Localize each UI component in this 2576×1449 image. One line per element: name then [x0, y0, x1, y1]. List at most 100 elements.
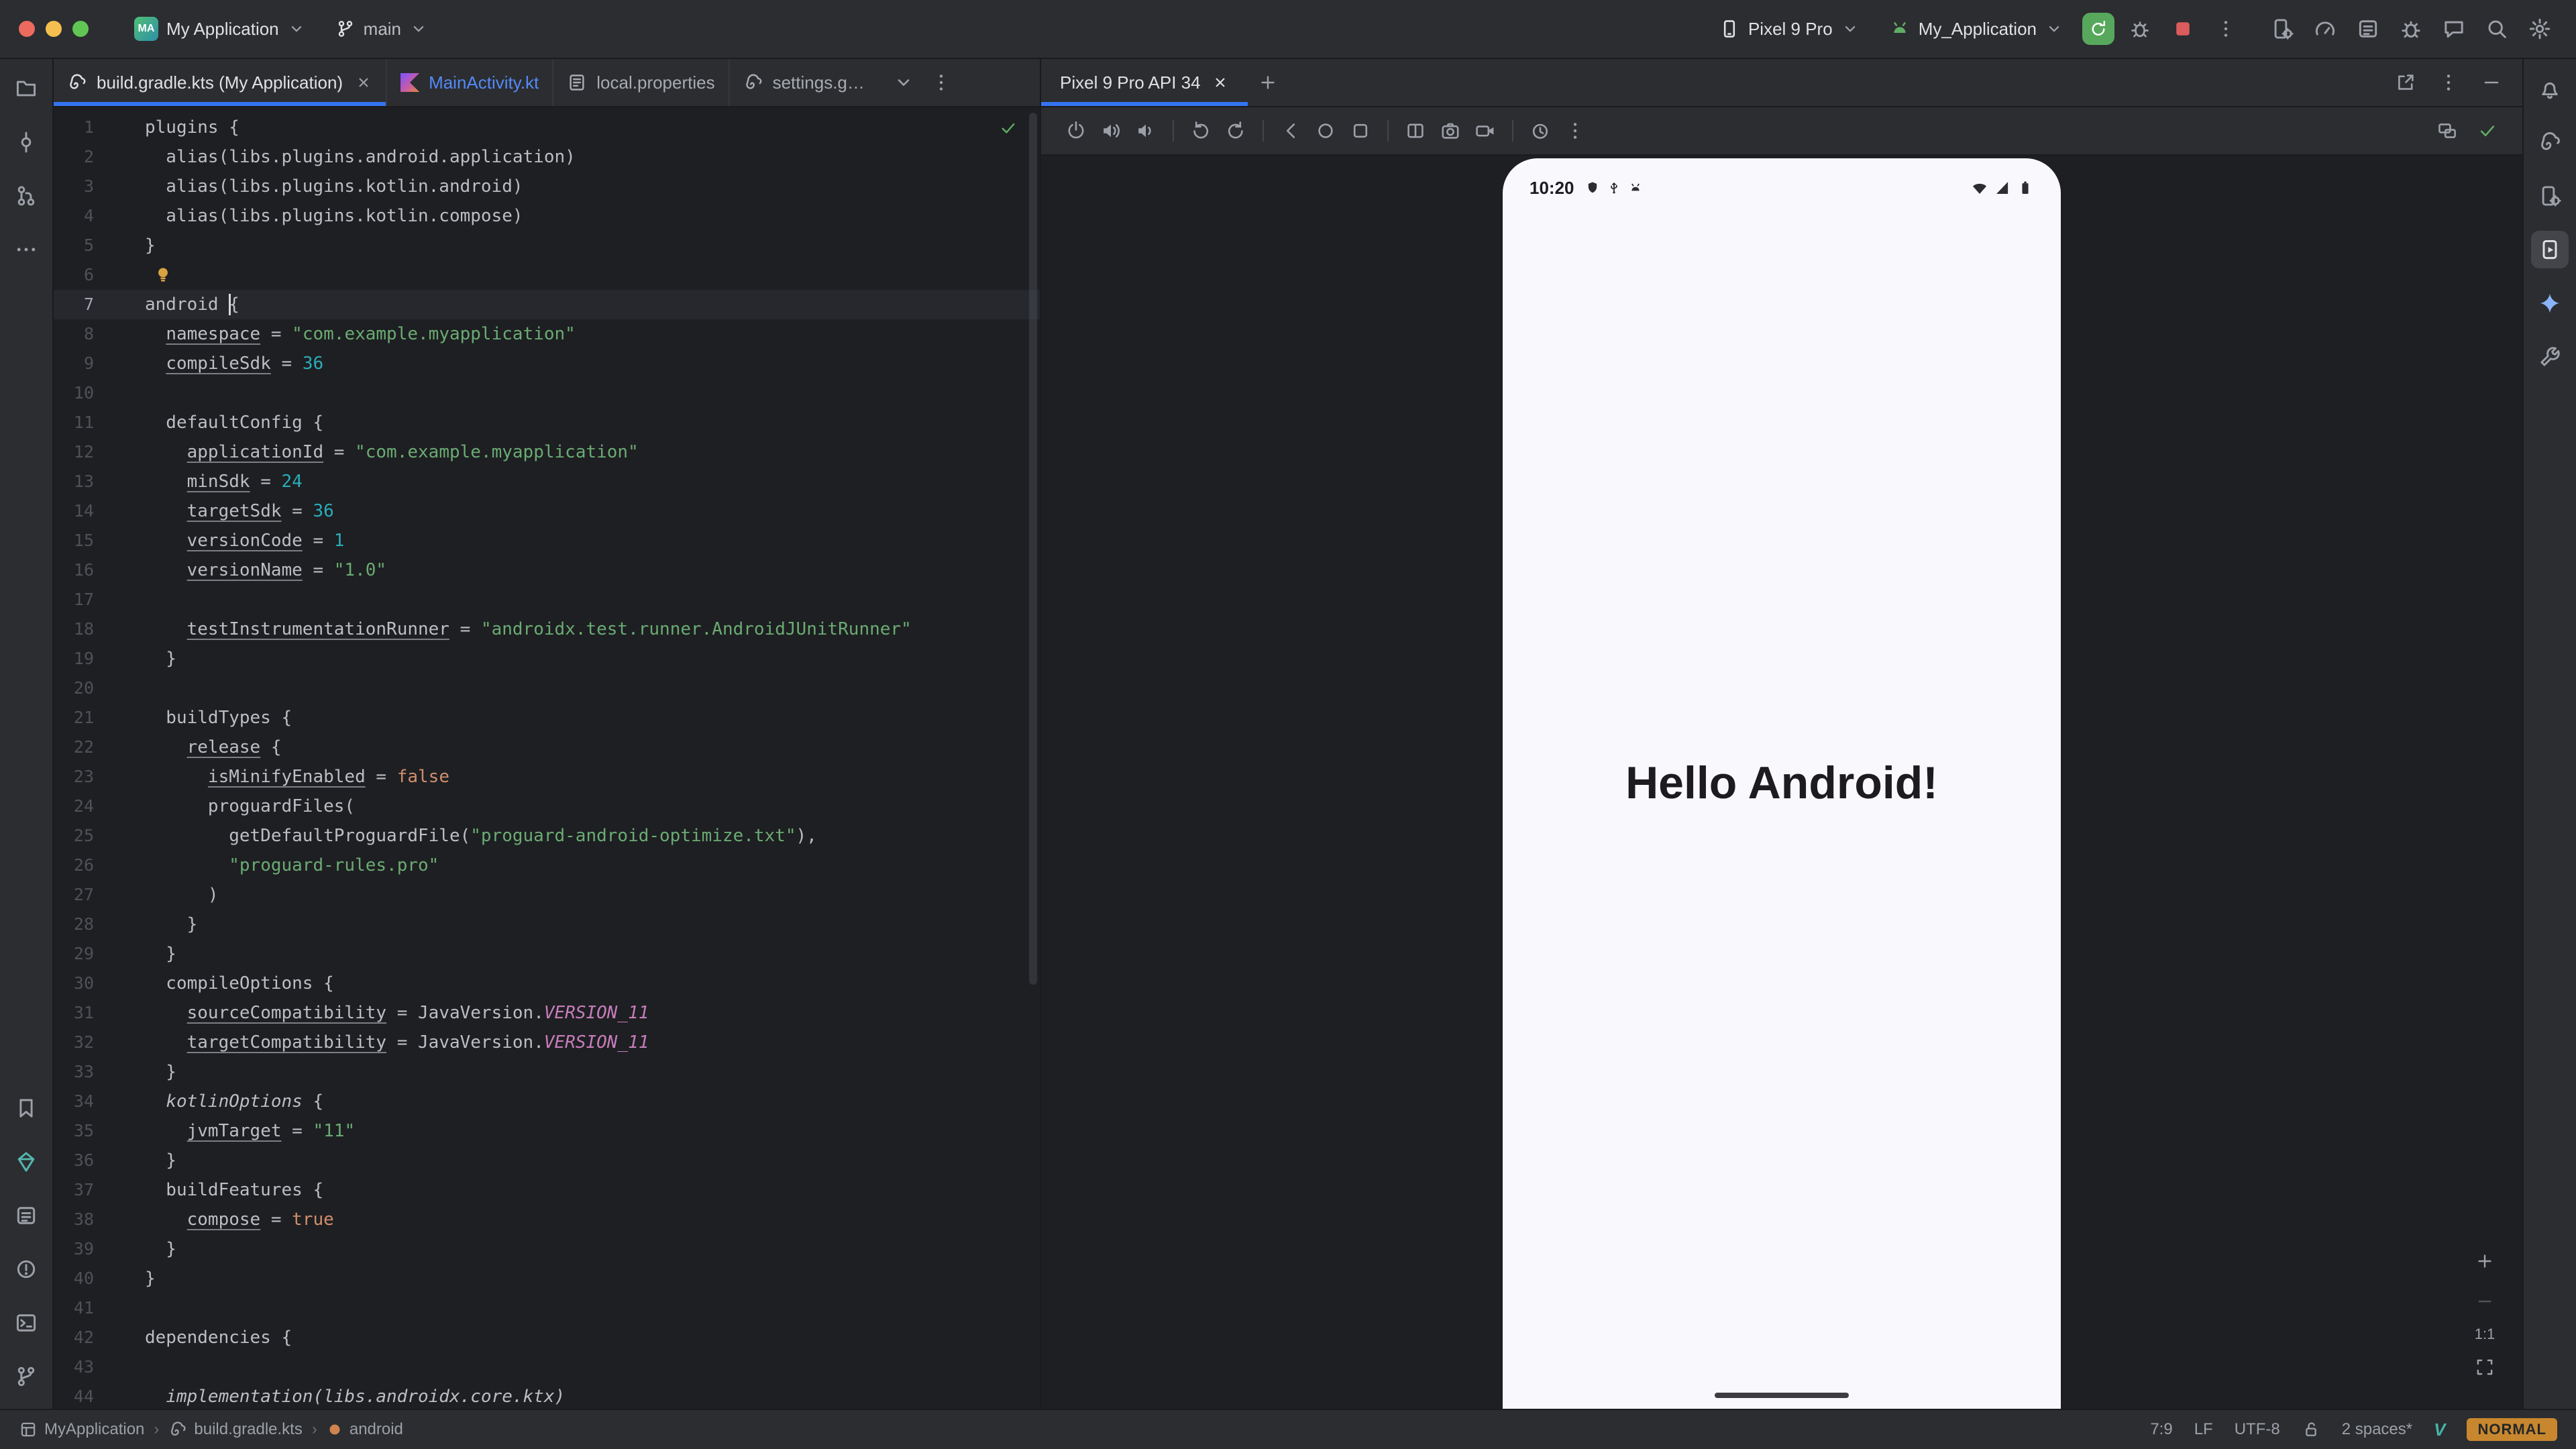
device-manager-button[interactable] — [2531, 177, 2569, 215]
profiler-button[interactable] — [2308, 11, 2343, 46]
branch-widget[interactable]: main — [325, 13, 439, 45]
code-line-25[interactable]: 25 getDefaultProguardFile("proguard-andr… — [54, 821, 1040, 851]
notifications-button[interactable] — [2531, 70, 2569, 107]
code-line-2[interactable]: 2 alias(libs.plugins.android.application… — [54, 142, 1040, 172]
project-widget[interactable]: MA My Application — [123, 11, 317, 46]
device-selector[interactable]: Pixel 9 Pro — [1708, 13, 1870, 45]
code-line-31[interactable]: 31 sourceCompatibility = JavaVersion.VER… — [54, 998, 1040, 1028]
device-manager-button[interactable] — [2265, 11, 2300, 46]
zoom-fit-button[interactable] — [2469, 1351, 2501, 1383]
code-line-15[interactable]: 15 versionCode = 1 — [54, 526, 1040, 555]
code-line-4[interactable]: 4 alias(libs.plugins.kotlin.compose) — [54, 201, 1040, 231]
run-more-button[interactable] — [2208, 11, 2243, 46]
code-line-12[interactable]: 12 applicationId = "com.example.myapplic… — [54, 437, 1040, 467]
gesture-bar[interactable] — [1715, 1393, 1849, 1398]
screen-record-button[interactable] — [1469, 115, 1501, 147]
debug-button[interactable] — [2123, 11, 2157, 46]
code-line-18[interactable]: 18 testInstrumentationRunner = "androidx… — [54, 614, 1040, 644]
code-line-16[interactable]: 16 versionName = "1.0" — [54, 555, 1040, 585]
inspection-check-icon[interactable] — [998, 118, 1018, 138]
code-line-3[interactable]: 3 alias(libs.plugins.kotlin.android) — [54, 172, 1040, 201]
project-folder-button[interactable] — [7, 70, 45, 107]
tab-settings-gradle[interactable]: settings.g… — [729, 59, 878, 106]
code-line-23[interactable]: 23 isMinifyEnabled = false — [54, 762, 1040, 792]
code-line-5[interactable]: 5} — [54, 231, 1040, 260]
breadcrumb-project[interactable]: MyApplication — [19, 1420, 144, 1439]
code-line-13[interactable]: 13 minSdk = 24 — [54, 467, 1040, 496]
code-line-41[interactable]: 41 — [54, 1293, 1040, 1323]
minimize-window-button[interactable] — [46, 21, 62, 37]
tab-mainactivity-kt[interactable]: MainActivity.kt — [386, 59, 552, 106]
code-line-28[interactable]: 28 } — [54, 910, 1040, 939]
app-insights-button[interactable] — [7, 1143, 45, 1181]
gemini-button[interactable] — [2531, 284, 2569, 322]
pull-requests-button[interactable] — [7, 177, 45, 215]
code-line-29[interactable]: 29 } — [54, 939, 1040, 969]
ideavim-icon[interactable]: V — [2434, 1419, 2445, 1440]
code-line-19[interactable]: 19 } — [54, 644, 1040, 674]
close-window-button[interactable] — [19, 21, 35, 37]
code-line-26[interactable]: 26 "proguard-rules.pro" — [54, 851, 1040, 880]
code-line-30[interactable]: 30 compileOptions { — [54, 969, 1040, 998]
stop-button[interactable] — [2165, 11, 2200, 46]
code-line-1[interactable]: 1plugins { — [54, 113, 1040, 142]
add-device-tab-button[interactable] — [1248, 59, 1288, 106]
rerun-button[interactable] — [2082, 13, 2114, 45]
code-line-32[interactable]: 32 targetCompatibility = JavaVersion.VER… — [54, 1028, 1040, 1057]
encoding-widget[interactable]: UTF-8 — [2235, 1420, 2280, 1439]
line-ending-widget[interactable]: LF — [2194, 1420, 2213, 1439]
code-line-38[interactable]: 38 compose = true — [54, 1205, 1040, 1234]
fold-button[interactable] — [1399, 115, 1432, 147]
tab-options-button[interactable] — [924, 65, 959, 100]
problems-button[interactable] — [7, 1250, 45, 1288]
logcat-button[interactable] — [7, 1197, 45, 1234]
code-line-14[interactable]: 14 targetSdk = 36 — [54, 496, 1040, 526]
code-line-9[interactable]: 9 compileSdk = 36 — [54, 349, 1040, 378]
zoom-ratio[interactable]: 1:1 — [2475, 1326, 2496, 1343]
zoom-window-button[interactable] — [72, 21, 89, 37]
code-line-33[interactable]: 33 } — [54, 1057, 1040, 1087]
close-icon[interactable] — [355, 74, 372, 91]
code-line-17[interactable]: 17 — [54, 585, 1040, 614]
screenshot-button[interactable] — [1434, 115, 1466, 147]
tab-build-gradle-kts[interactable]: build.gradle.kts (My Application) — [54, 59, 386, 106]
code-line-44[interactable]: 44 implementation(libs.androidx.core.ktx… — [54, 1382, 1040, 1409]
terminal-button[interactable] — [7, 1304, 45, 1342]
search-everywhere-button[interactable] — [2479, 11, 2514, 46]
editor[interactable]: 1plugins {2 alias(libs.plugins.android.a… — [54, 107, 1040, 1409]
code-line-36[interactable]: 36 } — [54, 1146, 1040, 1175]
more-horizontal-button[interactable] — [7, 231, 45, 268]
volume-up-button[interactable] — [1095, 115, 1127, 147]
code-line-35[interactable]: 35 jvmTarget = "11" — [54, 1116, 1040, 1146]
code-line-7[interactable]: 7android { — [54, 290, 1040, 319]
code-line-8[interactable]: 8 namespace = "com.example.myapplication… — [54, 319, 1040, 349]
code-line-24[interactable]: 24 proguardFiles( — [54, 792, 1040, 821]
editor-scrollbar[interactable] — [1029, 113, 1037, 985]
code-line-22[interactable]: 22 release { — [54, 733, 1040, 762]
code-line-42[interactable]: 42dependencies { — [54, 1323, 1040, 1352]
home-button[interactable] — [1309, 115, 1342, 147]
status-check-button[interactable] — [2471, 115, 2504, 147]
code-line-39[interactable]: 39 } — [54, 1234, 1040, 1264]
code-line-6[interactable]: 6 — [54, 260, 1040, 290]
settings-button[interactable] — [2522, 11, 2557, 46]
code-line-34[interactable]: 34 kotlinOptions { — [54, 1087, 1040, 1116]
close-icon[interactable] — [1212, 74, 1229, 91]
commit-button[interactable] — [7, 123, 45, 161]
ai-chat-button[interactable] — [2436, 11, 2471, 46]
logcat-button[interactable] — [2351, 11, 2385, 46]
code-line-21[interactable]: 21 buildTypes { — [54, 703, 1040, 733]
code-line-27[interactable]: 27 ) — [54, 880, 1040, 910]
more-vertical-button[interactable] — [2431, 65, 2466, 100]
code-line-43[interactable]: 43 — [54, 1352, 1040, 1382]
vim-mode-badge[interactable]: NORMAL — [2467, 1418, 2557, 1441]
bug-report-button[interactable] — [2394, 11, 2428, 46]
display-mode-button[interactable] — [2431, 115, 2463, 147]
indent-widget[interactable]: 2 spaces* — [2342, 1420, 2412, 1439]
code-line-20[interactable]: 20 — [54, 674, 1040, 703]
bookmarks-button[interactable] — [7, 1089, 45, 1127]
zoom-in-button[interactable] — [2469, 1245, 2501, 1277]
back-button[interactable] — [1275, 115, 1307, 147]
code-line-37[interactable]: 37 buildFeatures { — [54, 1175, 1040, 1205]
rotate-left-button[interactable] — [1185, 115, 1217, 147]
